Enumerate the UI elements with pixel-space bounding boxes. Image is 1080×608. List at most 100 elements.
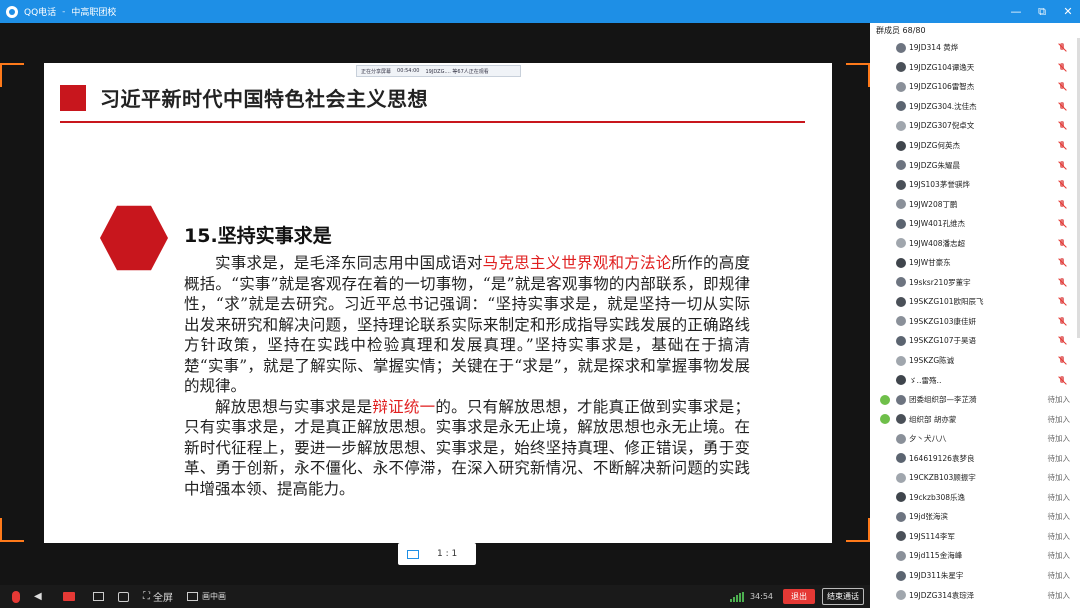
member-row[interactable]: 19JW408潘志超 xyxy=(870,233,1080,253)
muted-mic-icon xyxy=(1058,160,1066,170)
avatar xyxy=(896,472,906,483)
member-row[interactable]: ゞ‥雷殇‥ xyxy=(870,370,1080,390)
window-controls: — ⧉ ✕ xyxy=(1010,0,1074,23)
group-name: 中高职团校 xyxy=(71,8,117,18)
corner-bracket xyxy=(0,63,24,87)
member-name: 19JDZG104谭逸天 xyxy=(909,62,975,72)
member-row[interactable]: 19JW208丁鹏 xyxy=(870,194,1080,214)
avatar xyxy=(896,511,906,522)
restore-button[interactable]: ⧉ xyxy=(1036,5,1048,19)
member-row[interactable]: 19jd115金海峰 待加入 xyxy=(870,546,1080,566)
muted-mic-icon xyxy=(1058,258,1066,267)
camera-off-icon[interactable] xyxy=(63,592,75,601)
fullscreen-label: 全屏 xyxy=(153,593,173,604)
slide-header: 习近平新时代中国特色社会主义思想 xyxy=(60,83,428,112)
qq-call-icon xyxy=(6,5,18,18)
admin-icon xyxy=(880,414,890,425)
member-name: 19JDZG304.沈佳杰 xyxy=(909,101,977,111)
slide-title: 习近平新时代中国特色社会主义思想 xyxy=(100,87,428,111)
muted-mic-icon xyxy=(1058,336,1066,345)
pending-status: 待加入 xyxy=(1047,551,1071,561)
member-row[interactable]: 19JDZG307倪卓文 xyxy=(870,116,1080,136)
member-row[interactable]: 19jd张海滨 待加入 xyxy=(870,507,1080,527)
member-row[interactable]: 19ckzb308乐逸 待加入 xyxy=(870,488,1080,508)
close-button[interactable]: ✕ xyxy=(1062,5,1074,18)
corner-bracket xyxy=(846,63,870,87)
member-name: ゞ‥雷殇‥ xyxy=(909,375,942,385)
muted-mic-icon xyxy=(1058,199,1066,209)
avatar xyxy=(896,590,906,601)
member-row[interactable]: 19JDZG何英杰 xyxy=(870,136,1080,156)
avatar xyxy=(896,101,906,112)
microphone-muted-icon[interactable] xyxy=(12,590,20,603)
member-row[interactable]: 19JDZG106雷智杰 xyxy=(870,77,1080,97)
pending-status: 待加入 xyxy=(1047,492,1071,502)
share-screen-icon[interactable] xyxy=(93,592,104,601)
member-row[interactable]: 19JD314 黄烨 xyxy=(870,38,1080,58)
p2-text-a: 解放思想与实事求是是 xyxy=(215,397,373,416)
avatar xyxy=(896,570,906,581)
member-row[interactable]: 19JS103茅誉骐烨 xyxy=(870,175,1080,195)
avatar xyxy=(896,453,906,464)
member-row[interactable]: 19JW甘豪东 xyxy=(870,253,1080,273)
shared-slide: 正在分享屏幕 00:54:00 19JDZG.... 等67人正在观看 习近平新… xyxy=(44,63,832,543)
app-name: QQ电话 xyxy=(24,8,57,18)
member-row[interactable]: 19JD311朱星宇 待加入 xyxy=(870,566,1080,586)
share-viewers: 19JDZG.... 等67人正在观看 xyxy=(425,68,489,75)
muted-mic-icon xyxy=(1058,121,1066,130)
member-row[interactable]: 19JDZG104谭逸天 xyxy=(870,58,1080,78)
muted-mic-icon xyxy=(1058,356,1066,365)
exit-button[interactable]: 退出 xyxy=(783,589,815,604)
muted-mic-icon xyxy=(1058,238,1066,248)
title-separator: - xyxy=(62,6,66,17)
member-row[interactable]: 19SKZG103康佳妍 xyxy=(870,312,1080,332)
fullscreen-button[interactable]: ⛶ 全屏 xyxy=(143,585,173,608)
member-name: 19SKZG101欧阳辰飞 xyxy=(909,297,984,307)
member-name: 19JW401孔维杰 xyxy=(909,219,965,229)
member-row[interactable]: 164619126袁梦良 待加入 xyxy=(870,448,1080,468)
pending-status: 待加入 xyxy=(1047,395,1071,405)
pending-status: 待加入 xyxy=(1047,473,1071,483)
paragraph-1: 实事求是，是毛泽东同志用中国成语对马克思主义世界观和方法论所作的高度概括。“实事… xyxy=(184,253,750,397)
member-row[interactable]: 19SKZG陈诚 xyxy=(870,351,1080,371)
member-row[interactable]: 19SKZG101欧阳辰飞 xyxy=(870,292,1080,312)
member-row[interactable]: 19sksr210罗董宇 xyxy=(870,273,1080,293)
pip-button[interactable]: 画中画 xyxy=(173,585,226,608)
member-name: 19JW208丁鹏 xyxy=(909,199,958,209)
member-name: 19JS103茅誉骐烨 xyxy=(909,180,970,190)
p1-text-a: 实事求是，是毛泽东同志用中国成语对 xyxy=(215,254,483,272)
member-row[interactable]: 19JW401孔维杰 xyxy=(870,214,1080,234)
avatar xyxy=(896,414,906,425)
member-row[interactable]: 19JS114李军 待加入 xyxy=(870,527,1080,547)
member-row[interactable]: 夕丶犬八八 待加入 xyxy=(870,429,1080,449)
member-row[interactable]: 团委组织部—李芷漪 待加入 xyxy=(870,390,1080,410)
member-name: 19SKZG107于昊语 xyxy=(909,336,976,346)
share-status-bar[interactable]: 正在分享屏幕 00:54:00 19JDZG.... 等67人正在观看 xyxy=(356,65,521,77)
avatar xyxy=(896,375,906,386)
avatar xyxy=(896,179,906,190)
muted-mic-icon xyxy=(1058,277,1066,287)
admin-icon xyxy=(880,394,890,405)
member-row[interactable]: 19JDZG314袁琮泽 待加入 xyxy=(870,585,1080,605)
member-row[interactable]: 19CKZB103顾振宇 待加入 xyxy=(870,468,1080,488)
screen-share-stage: 正在分享屏幕 00:54:00 19JDZG.... 等67人正在观看 习近平新… xyxy=(0,23,870,585)
zoom-ratio: 1 : 1 xyxy=(437,549,458,559)
member-row[interactable]: 组织部 胡亦蒙 待加入 xyxy=(870,409,1080,429)
muted-mic-icon xyxy=(1058,62,1066,72)
member-row[interactable]: 19JDZG304.沈佳杰 xyxy=(870,97,1080,117)
zoom-indicator[interactable]: 1 : 1 xyxy=(398,543,476,565)
member-row[interactable]: 19SKZG107于昊语 xyxy=(870,331,1080,351)
p1-text-b: 所作的高度概括。“实事”就是客观存在着的一切事物，“是”就是客观事物的内部联系，… xyxy=(184,254,750,395)
avatar xyxy=(896,433,906,444)
avatar xyxy=(896,218,906,229)
minimize-button[interactable]: — xyxy=(1010,5,1022,18)
avatar xyxy=(896,42,906,53)
record-icon[interactable] xyxy=(118,591,129,602)
member-row[interactable]: 19JDZG朱耀晨 xyxy=(870,155,1080,175)
speaker-icon[interactable]: ◀ xyxy=(34,591,45,602)
member-name: 团委组织部—李芷漪 xyxy=(909,395,977,405)
pending-status: 待加入 xyxy=(1047,512,1071,522)
member-name: 夕丶犬八八 xyxy=(909,434,947,444)
end-call-button[interactable]: 结束通话 xyxy=(822,588,864,605)
pending-status: 待加入 xyxy=(1047,414,1071,424)
